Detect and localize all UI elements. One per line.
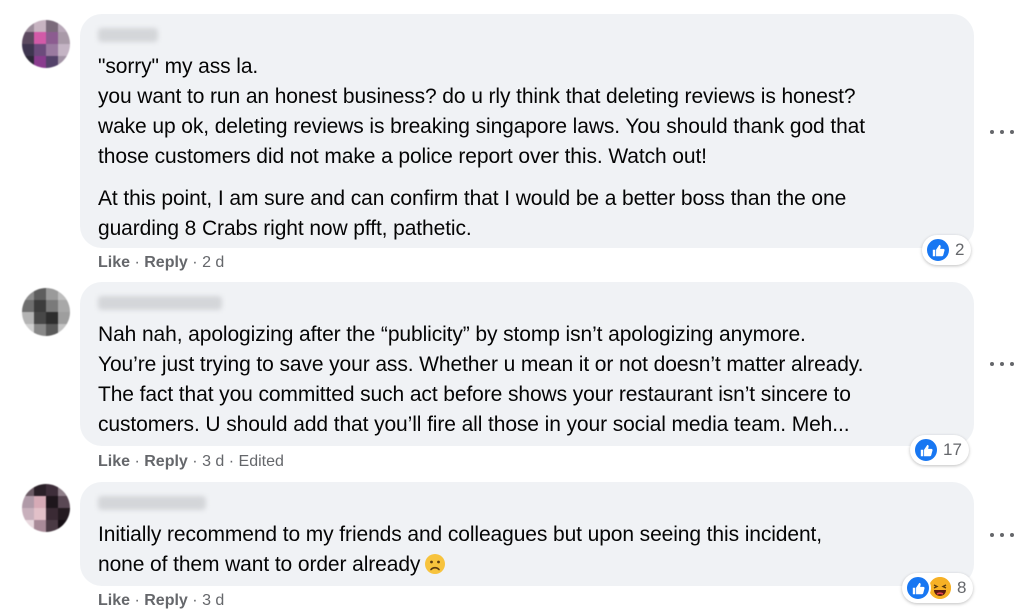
reaction-summary[interactable]: 8 (902, 573, 974, 603)
comment-actions: Like · Reply · 3 d (98, 592, 224, 609)
frowning-face-emoji-icon (424, 553, 446, 575)
comment-line: none of them want to order already (98, 550, 956, 580)
like-icon (913, 437, 939, 463)
like-icon (925, 237, 951, 263)
comment-line: Initially recommend to my friends and co… (98, 523, 823, 546)
separator: · (134, 592, 140, 609)
more-options-icon[interactable] (990, 530, 1014, 540)
reply-button[interactable]: Reply (144, 592, 188, 609)
comment-bubble: Initially recommend to my friends and co… (80, 482, 974, 586)
comment-3: Initially recommend to my friends and co… (0, 0, 1024, 609)
author-name-redacted[interactable] (98, 494, 956, 516)
timestamp[interactable]: 3 d (202, 592, 224, 609)
comment-text: Initially recommend to my friends and co… (98, 520, 956, 580)
avatar[interactable] (22, 484, 70, 532)
comment-line-text: none of them want to order already (98, 553, 421, 576)
like-icon (905, 575, 931, 601)
separator: · (192, 592, 198, 609)
reaction-count: 8 (957, 578, 967, 597)
comment-thread: "sorry" my ass la. you want to run an ho… (0, 0, 1024, 609)
like-button[interactable]: Like (98, 592, 130, 609)
